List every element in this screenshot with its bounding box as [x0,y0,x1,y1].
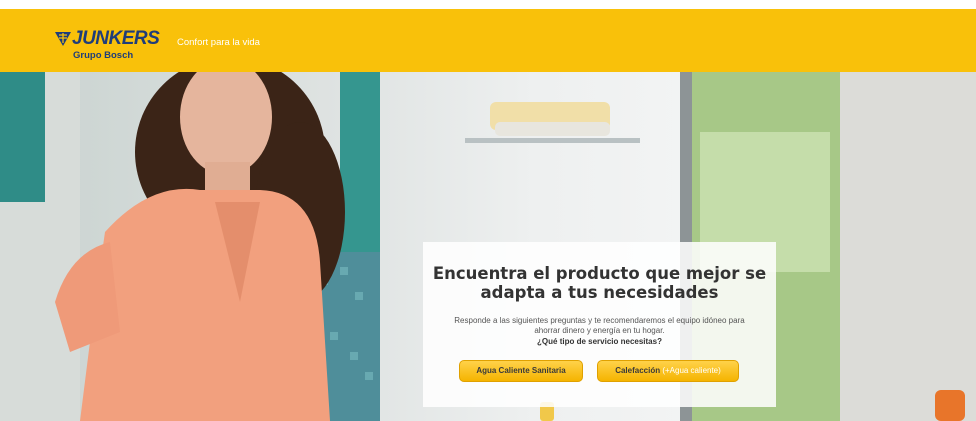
heating-button[interactable]: Calefacción (+Agua caliente) [597,360,739,382]
heating-button-extra: (+Agua caliente) [660,366,721,375]
hero-banner: Encuentra el producto que mejor se adapt… [0,72,976,421]
card-description: Responde a las siguientes preguntas y te… [433,316,766,335]
junkers-emblem-icon [55,32,71,46]
card-title-line-1: Encuentra el producto que mejor se [432,264,767,283]
card-title-line-2: adapta a tus necesidades [480,283,719,302]
tagline: Confort para la vida [177,37,260,48]
heating-button-label: Calefacción [615,366,661,375]
hot-water-button[interactable]: Agua Caliente Sanitaria [459,360,583,382]
product-finder-card: Encuentra el producto que mejor se adapt… [423,242,776,407]
service-question: ¿Qué tipo de servicio necesitas? [537,337,662,346]
site-header: JUNKERS Grupo Bosch Confort para la vida [0,9,976,72]
card-title: Encuentra el producto que mejor se adapt… [423,264,776,302]
brand-name: JUNKERS [72,28,160,49]
brand-subtitle: Grupo Bosch [73,50,134,61]
junkers-logo[interactable]: JUNKERS Grupo Bosch [54,28,160,66]
top-strip [0,0,976,9]
card-description-line-1: Responde a las siguientes preguntas y te… [454,316,745,325]
card-description-line-2: ahorrar dinero y energía en tu hogar. [534,325,665,335]
